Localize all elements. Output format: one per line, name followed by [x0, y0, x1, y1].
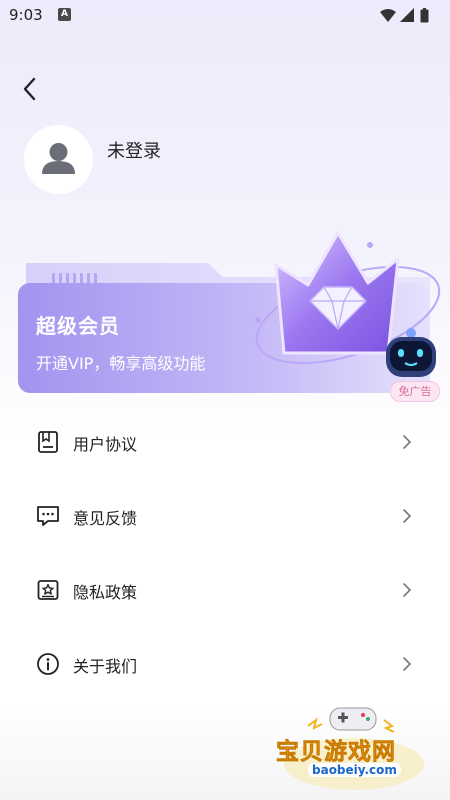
menu-item-privacy-policy[interactable]: 隐私政策: [0, 553, 450, 627]
menu-item-label: 意见反馈: [73, 509, 138, 528]
menu-item-user-agreement[interactable]: 用户协议: [0, 405, 450, 479]
back-arrow-icon: [23, 77, 36, 101]
menu-item-label: 隐私政策: [73, 583, 138, 602]
menu-item-label: 用户协议: [73, 435, 138, 454]
gamepad-icon: [329, 707, 377, 731]
feedback-icon: [37, 506, 59, 526]
document-icon: [38, 431, 58, 453]
vip-title: 超级会员: [36, 314, 120, 338]
chevron-right-icon: [403, 509, 412, 523]
chevron-right-icon: [403, 583, 412, 597]
crown-icon: [274, 231, 400, 355]
menu-item-feedback[interactable]: 意见反馈: [0, 479, 450, 553]
watermark-url: baobeiy.com: [308, 763, 401, 777]
ad-free-badge: 免广告: [390, 381, 440, 402]
profile-login-entry[interactable]: 未登录: [24, 125, 324, 194]
watermark-title: 宝贝游戏网: [276, 739, 396, 766]
signal-icon: [400, 8, 414, 22]
wifi-icon: [380, 9, 396, 22]
menu-item-about-us[interactable]: 关于我们: [0, 627, 450, 701]
settings-menu: 用户协议 意见反馈 隐私政策 关于我们: [0, 405, 450, 701]
status-icons: [379, 7, 441, 27]
vip-subtitle: 开通VIP，畅享高级功能: [36, 354, 206, 373]
user-silhouette-icon: [42, 143, 75, 174]
chevron-right-icon: [403, 657, 412, 671]
back-button[interactable]: [16, 74, 46, 104]
site-watermark: 宝贝游戏网 baobeiy.com: [270, 706, 440, 796]
status-time: 9:03: [9, 6, 43, 24]
status-bar: 9:03 A: [0, 0, 450, 32]
privacy-icon: [37, 580, 59, 600]
battery-icon: [420, 8, 429, 23]
info-icon: [37, 653, 59, 675]
notification-icon: A: [58, 8, 71, 21]
login-status-text: 未登录: [107, 141, 161, 162]
menu-item-label: 关于我们: [73, 657, 138, 676]
chevron-right-icon: [403, 435, 412, 449]
avatar: [24, 125, 93, 194]
vip-banner[interactable]: 超级会员 开通VIP，畅享高级功能 免广告: [18, 225, 450, 402]
